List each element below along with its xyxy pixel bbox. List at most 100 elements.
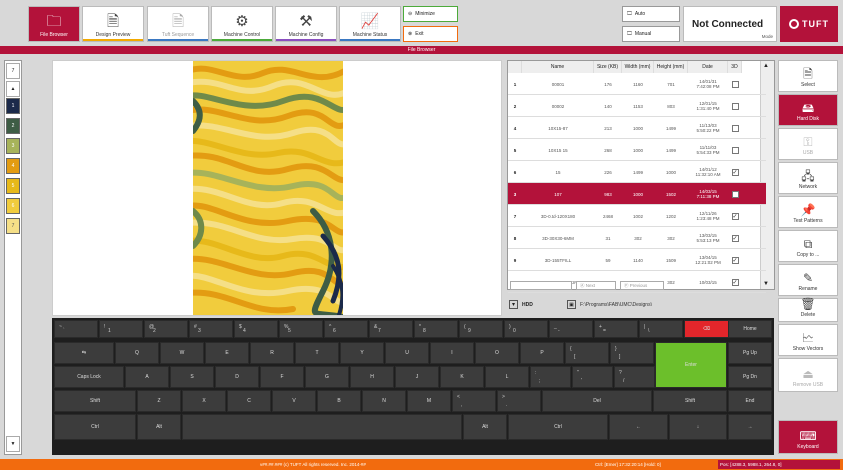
3d-checkbox[interactable]: ✓ bbox=[731, 212, 739, 220]
key-k[interactable]: K bbox=[440, 366, 484, 388]
key[interactable]: >. bbox=[497, 390, 541, 412]
key-y[interactable]: Y bbox=[340, 342, 384, 364]
key-s[interactable]: S bbox=[170, 366, 214, 388]
3d-checkbox[interactable] bbox=[731, 124, 739, 132]
sidebar-test-patterns-button[interactable]: 📌 Test Patterns bbox=[778, 196, 838, 228]
end-key[interactable]: End bbox=[728, 390, 772, 412]
key-t[interactable]: T bbox=[295, 342, 339, 364]
table-row[interactable]: 6 15 226 1499 1000 14/01/12 11:32:10 AM ✓ bbox=[508, 161, 766, 183]
key-c[interactable]: C bbox=[227, 390, 271, 412]
key[interactable]: ! 1 bbox=[99, 320, 143, 338]
key[interactable]: $4 bbox=[234, 320, 278, 338]
key-u[interactable]: U bbox=[385, 342, 429, 364]
column-header-width[interactable]: Width (mm) bbox=[622, 61, 654, 73]
key-i[interactable]: I bbox=[430, 342, 474, 364]
scroll-up-button[interactable]: ▲ bbox=[6, 81, 20, 97]
color-list[interactable]: 7 ▲ 1 2 3 4 5 6 7 ▼ bbox=[4, 60, 22, 455]
color-swatch[interactable]: 3 bbox=[6, 138, 20, 154]
key[interactable]: :; bbox=[530, 366, 571, 388]
color-swatch[interactable]: 1 bbox=[6, 98, 20, 114]
delete-key[interactable]: Del bbox=[542, 390, 652, 412]
auto-button[interactable]: 🖵 Auto bbox=[622, 6, 680, 22]
key[interactable]: }] bbox=[610, 342, 654, 364]
key[interactable]: (9 bbox=[459, 320, 503, 338]
key[interactable]: {[ bbox=[565, 342, 609, 364]
ctrl-key[interactable]: Ctrl bbox=[54, 414, 136, 440]
key[interactable]: ? / bbox=[614, 366, 655, 388]
key-l[interactable]: L bbox=[485, 366, 529, 388]
tab-design-preview[interactable]: 🗎 Design Preview bbox=[82, 6, 144, 42]
sidebar-network-button[interactable]: 🖧 Network bbox=[778, 162, 838, 194]
key[interactable]: #3 bbox=[189, 320, 233, 338]
sidebar-rename-button[interactable]: ✎ Rename bbox=[778, 264, 838, 296]
key-g[interactable]: G bbox=[305, 366, 349, 388]
backspace-key[interactable]: ⌫ bbox=[684, 320, 729, 338]
sidebar-select-button[interactable]: 🗎 Select bbox=[778, 60, 838, 92]
sidebar-keyboard-button[interactable]: ⌨ Keyboard bbox=[778, 420, 838, 454]
scroll-down-button[interactable]: ▼ bbox=[6, 436, 20, 452]
key[interactable]: ~ ` bbox=[54, 320, 98, 338]
manual-button[interactable]: 🖵 Manual bbox=[622, 26, 680, 42]
scroll-up-arrow[interactable]: ▲ bbox=[763, 63, 769, 69]
color-swatch[interactable]: 2 bbox=[6, 118, 20, 134]
key-n[interactable]: N bbox=[362, 390, 406, 412]
3d-checkbox[interactable]: ✓ bbox=[731, 256, 739, 264]
right-shift-key[interactable]: Shift bbox=[653, 390, 727, 412]
key-p[interactable]: P bbox=[520, 342, 564, 364]
key[interactable]: * 8 bbox=[414, 320, 458, 338]
3d-checkbox[interactable] bbox=[731, 146, 739, 154]
key-v[interactable]: V bbox=[272, 390, 316, 412]
color-swatch[interactable]: 5 bbox=[6, 178, 20, 194]
arrow-down-key[interactable]: ↓ bbox=[669, 414, 727, 440]
right-alt-key[interactable]: Alt bbox=[463, 414, 507, 440]
sidebar-copy-to-button[interactable]: ⧉ Copy to ... bbox=[778, 230, 838, 262]
key-h[interactable]: H bbox=[350, 366, 394, 388]
3d-checkbox[interactable]: ✓ bbox=[731, 168, 739, 176]
spacebar-key[interactable] bbox=[182, 414, 462, 440]
key-q[interactable]: Q bbox=[115, 342, 159, 364]
3d-checkbox[interactable]: ✓ bbox=[731, 234, 739, 242]
color-swatch[interactable]: 7 bbox=[6, 218, 20, 234]
column-header-size[interactable]: Size (KB) bbox=[594, 61, 622, 73]
home-key[interactable]: Home bbox=[728, 320, 772, 338]
sidebar-show-vectors-button[interactable]: 🗠 Show Vectors bbox=[778, 324, 838, 356]
enter-key[interactable]: Enter bbox=[655, 342, 727, 388]
key-m[interactable]: M bbox=[407, 390, 451, 412]
key-w[interactable]: W bbox=[160, 342, 204, 364]
column-header-date[interactable]: Date bbox=[688, 61, 728, 73]
table-row[interactable]: 4 10X15-87 213 1000 1499 11/13/03 5:50:22 PM bbox=[508, 117, 766, 139]
sidebar-delete-button[interactable]: 🗑 Delete bbox=[778, 297, 838, 322]
column-header-3d[interactable]: 3D bbox=[728, 61, 742, 73]
color-swatch[interactable]: 4 bbox=[6, 158, 20, 174]
arrow-right-key[interactable]: → bbox=[728, 414, 772, 440]
key-x[interactable]: X bbox=[182, 390, 226, 412]
key[interactable]: | \ bbox=[639, 320, 683, 338]
table-row[interactable]: 7 3D-0.td-120X180 2468 1002 1202 12/11/26 1:23… bbox=[508, 205, 766, 227]
key[interactable]: ^ 6 bbox=[324, 320, 368, 338]
column-header-num[interactable] bbox=[508, 61, 522, 73]
key[interactable]: _ - bbox=[549, 320, 593, 338]
column-header-name[interactable]: Name bbox=[522, 61, 594, 73]
key-z[interactable]: Z bbox=[137, 390, 181, 412]
alt-key[interactable]: Alt bbox=[137, 414, 181, 440]
table-row[interactable]: 9 3D-155TFILL 59 1140 1509 13/04/15 12:21:02 P… bbox=[508, 249, 766, 271]
key-o[interactable]: O bbox=[475, 342, 519, 364]
tab-machine-control[interactable]: ⚙ Machine Control bbox=[211, 6, 273, 42]
key-a[interactable]: A bbox=[125, 366, 169, 388]
key-d[interactable]: D bbox=[215, 366, 259, 388]
color-swatch[interactable]: 6 bbox=[6, 198, 20, 214]
key[interactable]: ) 0 bbox=[504, 320, 548, 338]
drive-icon[interactable]: ▾ bbox=[509, 300, 518, 309]
3d-checkbox[interactable]: ✓ bbox=[731, 278, 739, 286]
tab-machine-config[interactable]: ⚒ Machine Config bbox=[275, 6, 337, 42]
key[interactable]: <, bbox=[452, 390, 496, 412]
sidebar-remove-usb-button[interactable]: ⏏ Remove USB bbox=[778, 358, 838, 392]
table-row[interactable]: 5 10X15 15 268 1000 1499 11/11/03 5:54:33 PM bbox=[508, 139, 766, 161]
tab-key[interactable]: ⇆ bbox=[54, 342, 114, 364]
arrow-left-key[interactable]: ← bbox=[609, 414, 668, 440]
column-header-height[interactable]: Height (mm) bbox=[654, 61, 688, 73]
page-up-key[interactable]: Pg Up bbox=[728, 342, 772, 364]
key[interactable]: + = bbox=[594, 320, 638, 338]
minimize-button[interactable]: ⊖ Minimize bbox=[403, 6, 458, 22]
exit-button[interactable]: ⊗ Exit bbox=[403, 26, 458, 42]
